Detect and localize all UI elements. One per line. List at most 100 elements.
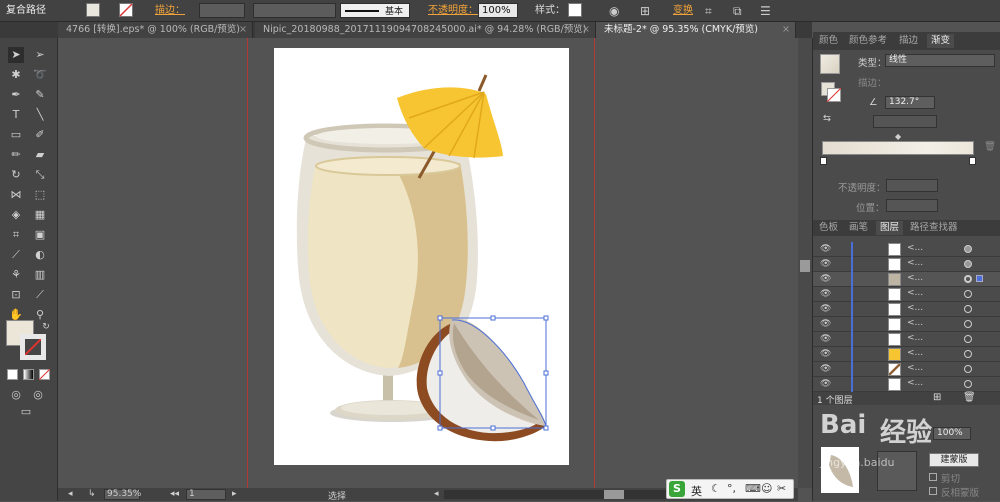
layer-row[interactable]: 👁 <... xyxy=(813,332,1000,347)
page-field[interactable]: 1 xyxy=(186,489,226,500)
target-icon[interactable] xyxy=(964,335,972,343)
tab-pathfinder[interactable]: 路径查找器 xyxy=(906,221,962,235)
eye-icon[interactable]: 👁 xyxy=(820,364,831,374)
mesh-tool-icon[interactable]: ⌗ xyxy=(8,227,24,243)
close-icon[interactable]: × xyxy=(782,22,790,38)
tab-doc-2[interactable]: Nipic_20180988_20171119094708245000.ai* … xyxy=(255,22,596,38)
gradient-slider[interactable] xyxy=(822,141,974,155)
layer-row[interactable]: 👁 <... xyxy=(813,377,1000,392)
eye-icon[interactable]: 👁 xyxy=(820,334,831,344)
layer-row[interactable]: 👁 <... xyxy=(813,242,1000,257)
isolate-icon[interactable]: ⌗ xyxy=(705,3,712,19)
hscroll-thumb[interactable] xyxy=(604,490,624,499)
color-mode-icon[interactable] xyxy=(7,369,18,380)
eye-icon[interactable]: 👁 xyxy=(820,244,831,254)
skin-icon[interactable]: ☺ xyxy=(761,482,772,495)
arrange-icon[interactable]: ⧉ xyxy=(733,3,742,19)
symbol-sprayer-icon[interactable]: ⚘ xyxy=(8,267,24,283)
paintbrush-icon[interactable]: ✐ xyxy=(32,127,48,143)
gradient-type-dropdown[interactable]: 线性 xyxy=(885,54,995,67)
tab-swatches[interactable]: 色板 xyxy=(815,221,842,235)
gradient-stop-right[interactable] xyxy=(969,157,976,165)
eyedropper-icon[interactable]: ⟋ xyxy=(8,247,24,263)
layer-row[interactable]: 👁 <... xyxy=(813,302,1000,317)
eye-icon[interactable]: 👁 xyxy=(820,379,831,389)
transform-link[interactable]: 变换 xyxy=(673,3,693,19)
screen-mode-icon[interactable]: ▭ xyxy=(18,404,34,420)
slice-tool-icon[interactable]: ⟋ xyxy=(32,287,48,303)
fill-swatch[interactable] xyxy=(86,3,100,17)
tab-brushes[interactable]: 画笔 xyxy=(845,221,872,235)
free-transform-icon[interactable]: ⬚ xyxy=(32,187,48,203)
eye-icon[interactable]: 👁 xyxy=(820,304,831,314)
align-icon[interactable]: ⊞ xyxy=(640,3,650,19)
target-icon[interactable] xyxy=(964,320,972,328)
opacity-field[interactable]: 100% xyxy=(478,3,518,18)
target-icon[interactable] xyxy=(964,365,972,373)
gradient-stop-left[interactable] xyxy=(820,157,827,165)
aspect-field[interactable] xyxy=(873,115,937,128)
tab-gradient[interactable]: 渐变 xyxy=(927,34,955,48)
layer-row[interactable]: 👁 <... xyxy=(813,347,1000,362)
magic-wand-icon[interactable]: ✱ xyxy=(8,67,24,83)
stop-position-field[interactable] xyxy=(886,199,938,212)
scroll-thumb[interactable] xyxy=(800,260,810,272)
target-icon[interactable] xyxy=(964,350,972,358)
none-mode-icon[interactable] xyxy=(39,369,50,380)
scale-tool-icon[interactable]: ⤡ xyxy=(32,167,48,183)
close-icon[interactable]: × xyxy=(239,22,247,38)
opacity-label[interactable]: 不透明度： xyxy=(428,3,478,19)
curvature-tool-icon[interactable]: ✎ xyxy=(32,87,48,103)
layer-row[interactable]: 👁 <... xyxy=(813,272,1000,287)
ime-lang-label[interactable]: 英 xyxy=(691,483,702,499)
layer-row[interactable]: 👁 <... xyxy=(813,362,1000,377)
target-icon[interactable] xyxy=(964,305,972,313)
target-icon[interactable] xyxy=(964,290,972,298)
artboard-tool-icon[interactable]: ⊡ xyxy=(8,287,24,303)
tab-doc-1[interactable]: 4766 [转换].eps* @ 100% (RGB/预览) × xyxy=(58,22,253,38)
lasso-icon[interactable]: ➰ xyxy=(32,67,48,83)
pencil-icon[interactable]: ✏ xyxy=(8,147,24,163)
selection-indicator[interactable] xyxy=(976,275,983,282)
midpoint-diamond-icon[interactable]: ◆ xyxy=(895,132,901,141)
layer-row[interactable]: 👁 <... xyxy=(813,317,1000,332)
blend-tool-icon[interactable]: ◐ xyxy=(32,247,48,263)
draw-mode-icon[interactable]: ◎ xyxy=(8,387,24,403)
selection-tool-icon[interactable]: ➤ xyxy=(8,47,24,63)
target-icon[interactable] xyxy=(964,245,972,253)
line-tool-icon[interactable]: ╲ xyxy=(32,107,48,123)
keyboard-icon[interactable]: ⌨ xyxy=(745,482,761,495)
tab-layers[interactable]: 图层 xyxy=(876,221,904,235)
hscroll-left-icon[interactable]: ◂ xyxy=(434,489,439,499)
shape-builder-icon[interactable]: ◈ xyxy=(8,207,24,223)
rotate-tool-icon[interactable]: ↻ xyxy=(8,167,24,183)
eye-icon[interactable]: 👁 xyxy=(820,289,831,299)
punct-icon[interactable]: °, xyxy=(727,482,736,495)
eraser-icon[interactable]: ▰ xyxy=(32,147,48,163)
angle-field[interactable]: 132.7° xyxy=(885,96,935,109)
menu-icon[interactable]: ☰ xyxy=(760,3,771,19)
trash-icon[interactable]: 🗑 xyxy=(984,141,996,152)
stroke-color-box[interactable] xyxy=(20,334,46,360)
first-page-icon[interactable]: ◂◂ xyxy=(170,489,179,499)
stop-opacity-field[interactable] xyxy=(886,179,938,192)
perspective-grid-icon[interactable]: ▦ xyxy=(32,207,48,223)
stroke-label[interactable]: 描边： xyxy=(155,3,185,19)
zoom-field[interactable]: 95.35% xyxy=(104,489,141,500)
swap-fill-stroke-icon[interactable]: ↻ xyxy=(38,319,54,335)
eye-icon[interactable]: 👁 xyxy=(820,319,831,329)
vertical-scrollbar[interactable] xyxy=(798,38,812,488)
direct-selection-tool-icon[interactable]: ➢ xyxy=(32,47,48,63)
tab-color[interactable]: 颜色 xyxy=(815,34,842,48)
type-tool-icon[interactable]: T xyxy=(8,107,24,123)
tools-icon[interactable]: ✂ xyxy=(777,482,786,495)
style-swatch[interactable] xyxy=(568,3,582,17)
next-page-icon[interactable]: ▸ xyxy=(232,489,237,499)
reverse-gradient-icon[interactable]: ⇆ xyxy=(823,113,831,124)
tab-stroke[interactable]: 描边 xyxy=(895,34,922,48)
tab-doc-3[interactable]: 未标题-2* @ 95.35% (CMYK/预览) × xyxy=(596,22,796,38)
graph-tool-icon[interactable]: ▥ xyxy=(32,267,48,283)
stroke-weight-field[interactable] xyxy=(199,3,245,18)
variable-width-dropdown[interactable] xyxy=(253,3,336,18)
status-nav-icon[interactable]: ↳ xyxy=(88,489,96,499)
